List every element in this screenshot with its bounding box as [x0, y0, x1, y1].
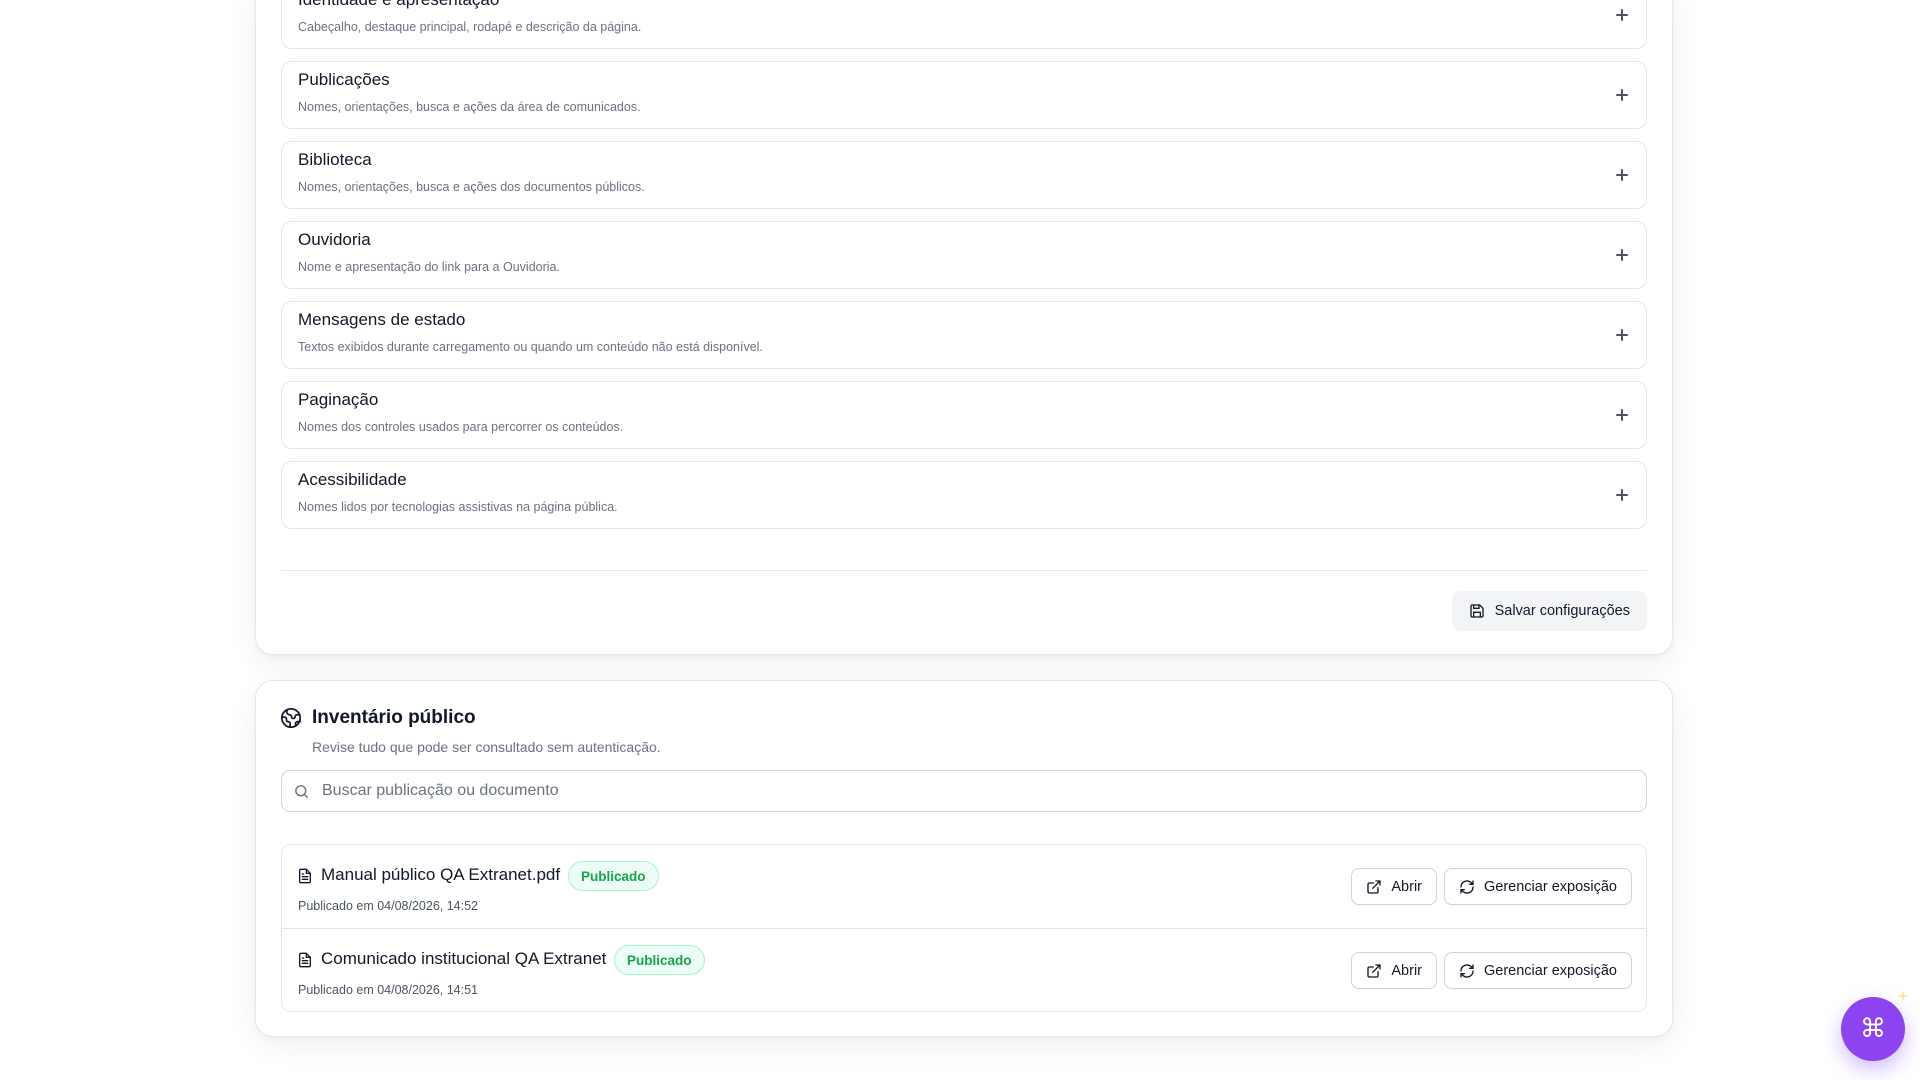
- page: Identidade e apresentação Cabeçalho, des…: [0, 0, 1920, 1080]
- open-label: Abrir: [1391, 962, 1422, 979]
- open-label: Abrir: [1391, 878, 1422, 895]
- section-title: Publicações: [298, 70, 390, 89]
- expand-plus-icon[interactable]: [1612, 325, 1632, 345]
- manage-exposure-label: Gerenciar exposição: [1484, 878, 1617, 895]
- section-description: Nome e apresentação do link para a Ouvid…: [298, 260, 560, 274]
- save-settings-button[interactable]: Salvar configurações: [1451, 591, 1647, 631]
- section-description: Nomes, orientações, busca e ações dos do…: [298, 180, 645, 194]
- file-text-icon: [299, 868, 311, 884]
- external-link-icon: [1367, 879, 1382, 894]
- section-title: Acessibilidade: [298, 470, 407, 489]
- list-item: Comunicado institucional QA Extranet Pub…: [282, 928, 1646, 1011]
- section-publications[interactable]: Publicações Nomes, orientações, busca e …: [281, 61, 1647, 129]
- manage-exposure-label: Gerenciar exposição: [1484, 962, 1617, 979]
- section-accessibility[interactable]: Acessibilidade Nomes lidos por tecnologi…: [281, 461, 1647, 529]
- section-description: Cabeçalho, destaque principal, rodapé e …: [298, 20, 642, 34]
- refresh-icon: [1460, 963, 1474, 978]
- refresh-icon: [1460, 879, 1474, 894]
- open-button[interactable]: Abrir: [1351, 868, 1437, 905]
- item-date: Publicado em 04/08/2026, 14:52: [298, 899, 478, 913]
- save-icon: [1469, 604, 1484, 618]
- section-status-messages[interactable]: Mensagens de estado Textos exibidos dura…: [281, 301, 1647, 369]
- expand-plus-icon[interactable]: [1612, 405, 1632, 425]
- expand-plus-icon[interactable]: [1612, 485, 1632, 505]
- manage-exposure-button[interactable]: Gerenciar exposição: [1444, 868, 1632, 905]
- section-description: Nomes, orientações, busca e ações da áre…: [298, 100, 641, 114]
- section-description: Textos exibidos durante carregamento ou …: [298, 340, 763, 354]
- divider: [281, 570, 1647, 571]
- section-title: Biblioteca: [298, 150, 372, 169]
- expand-plus-icon[interactable]: [1612, 245, 1632, 265]
- section-title: Mensagens de estado: [298, 310, 466, 329]
- command-icon: ⌘: [1860, 1014, 1886, 1044]
- item-title[interactable]: Comunicado institucional QA Extranet: [321, 949, 606, 969]
- section-ombudsman[interactable]: Ouvidoria Nome e apresentação do link pa…: [281, 221, 1647, 289]
- sparkle-icon: [1897, 990, 1909, 1002]
- public-inventory-card: Inventário público Revise tudo que pode …: [255, 680, 1673, 1037]
- external-link-icon: [1367, 963, 1382, 978]
- section-pagination[interactable]: Paginação Nomes dos controles usados par…: [281, 381, 1647, 449]
- globe-icon: [280, 707, 302, 729]
- expand-plus-icon[interactable]: [1612, 5, 1632, 25]
- status-badge: Publicado: [614, 945, 705, 975]
- inventory-title: Inventário público: [312, 707, 476, 728]
- section-title: Ouvidoria: [298, 230, 371, 249]
- section-description: Nomes lidos por tecnologias assistivas n…: [298, 500, 618, 514]
- status-badge: Publicado: [568, 861, 659, 891]
- manage-exposure-button[interactable]: Gerenciar exposição: [1444, 952, 1632, 989]
- save-label: Salvar configurações: [1494, 603, 1630, 619]
- inventory-list: Manual público QA Extranet.pdf Publicado…: [281, 844, 1647, 1012]
- expand-plus-icon[interactable]: [1612, 165, 1632, 185]
- file-text-icon: [299, 952, 311, 968]
- expand-plus-icon[interactable]: [1612, 85, 1632, 105]
- section-library[interactable]: Biblioteca Nomes, orientações, busca e a…: [281, 141, 1647, 209]
- search-icon: [295, 785, 308, 798]
- item-date: Publicado em 04/08/2026, 14:51: [298, 983, 478, 997]
- section-title: Identidade e apresentação: [298, 0, 499, 10]
- search-input[interactable]: [322, 771, 1622, 811]
- item-title[interactable]: Manual público QA Extranet.pdf: [321, 865, 560, 885]
- inventory-subtitle: Revise tudo que pode ser consultado sem …: [312, 739, 661, 755]
- section-title: Paginação: [298, 390, 379, 409]
- search-box: [281, 770, 1647, 812]
- settings-card: Identidade e apresentação Cabeçalho, des…: [255, 0, 1673, 655]
- list-item: Manual público QA Extranet.pdf Publicado…: [282, 845, 1646, 928]
- command-menu-button[interactable]: ⌘: [1841, 997, 1905, 1061]
- open-button[interactable]: Abrir: [1351, 952, 1437, 989]
- section-identity[interactable]: Identidade e apresentação Cabeçalho, des…: [281, 0, 1647, 49]
- section-description: Nomes dos controles usados para percorre…: [298, 420, 624, 434]
